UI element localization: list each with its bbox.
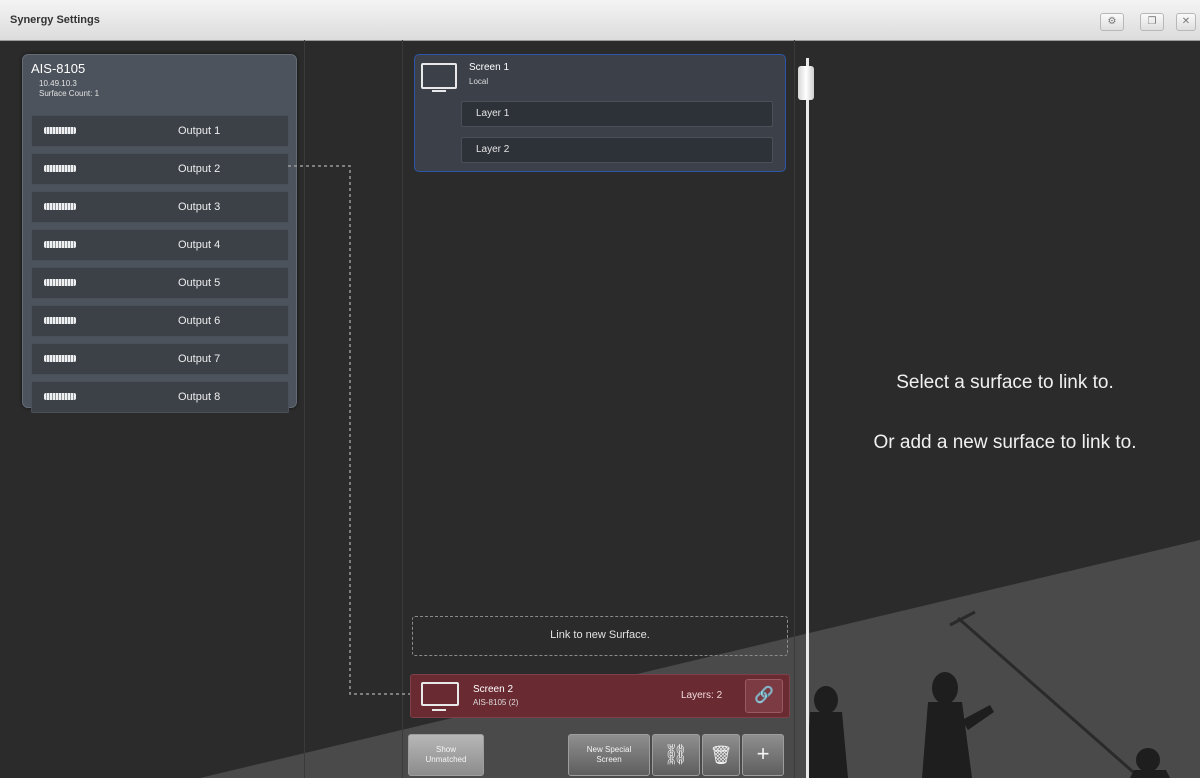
- column-divider: [402, 40, 403, 778]
- screens-toolbar: Show Unmatched New Special Screen ⛓ 🗑 +: [404, 734, 792, 778]
- column-divider: [794, 40, 795, 778]
- gear-icon[interactable]: ⚙: [1100, 13, 1124, 31]
- port-icon: [44, 317, 76, 324]
- new-special-screen-button[interactable]: New Special Screen: [568, 734, 650, 776]
- port-icon: [44, 393, 76, 400]
- monitor-icon: [421, 682, 459, 711]
- device-panel[interactable]: AIS-8105 10.49.10.3 Surface Count: 1 Out…: [22, 54, 297, 413]
- trash-icon[interactable]: 🗑: [702, 734, 740, 776]
- add-surface-message: Or add a new surface to link to.: [873, 432, 1137, 453]
- layer-label: Layer 1: [476, 108, 510, 119]
- port-icon: [44, 279, 76, 286]
- output-label: Output 4: [178, 239, 221, 251]
- surface-count: Surface Count: 1: [39, 89, 100, 98]
- output-item[interactable]: Output 3: [31, 191, 289, 223]
- show-unmatched-line1: Show: [435, 745, 456, 754]
- device-name: AIS-8105: [31, 61, 86, 76]
- output-item[interactable]: Output 1: [31, 115, 289, 147]
- port-icon: [44, 127, 76, 134]
- output-label: Output 8: [178, 391, 221, 403]
- screen-name: Screen 1: [469, 62, 510, 73]
- port-icon: [44, 165, 76, 172]
- port-icon: [44, 203, 76, 210]
- output-label: Output 6: [178, 315, 221, 327]
- select-surface-message: Select a surface to link to.: [896, 372, 1114, 393]
- screen-subtitle: Local: [469, 77, 489, 86]
- output-label: Output 1: [178, 125, 221, 137]
- monitor-icon: [421, 63, 457, 92]
- plus-icon[interactable]: +: [742, 734, 784, 776]
- port-icon: [44, 241, 76, 248]
- scrollbar-thumb[interactable]: [798, 66, 814, 100]
- device-ip: 10.49.10.3: [39, 79, 77, 88]
- screen-card-linked[interactable]: Screen 2 AIS-8105 (2) Layers: 2 🔗: [410, 674, 790, 718]
- show-unmatched-line2: Unmatched: [425, 755, 467, 764]
- screen-card-selected[interactable]: Screen 1 Local Layer 1 Layer 2: [414, 54, 786, 172]
- layer-item[interactable]: Layer 1: [461, 101, 773, 127]
- layer-label: Layer 2: [476, 144, 510, 155]
- screen-name: Screen 2: [473, 684, 514, 695]
- link-icon[interactable]: 🔗: [745, 679, 783, 713]
- unlink-icon[interactable]: ⛓: [652, 734, 700, 776]
- scrollbar-track[interactable]: [806, 58, 809, 778]
- output-item[interactable]: Output 2: [31, 153, 289, 185]
- layer-item[interactable]: Layer 2: [461, 137, 773, 163]
- output-label: Output 2: [178, 163, 221, 175]
- output-item[interactable]: Output 4: [31, 229, 289, 261]
- window-title: Synergy Settings: [10, 14, 100, 26]
- new-special-line1: New Special: [586, 745, 632, 754]
- screen-subtitle: AIS-8105 (2): [473, 698, 519, 707]
- output-item[interactable]: Output 7: [31, 343, 289, 375]
- column-divider: [304, 40, 305, 778]
- link-new-surface-button[interactable]: Link to new Surface.: [412, 616, 788, 656]
- link-new-surface-label: Link to new Surface.: [550, 629, 650, 641]
- port-icon: [44, 355, 76, 362]
- output-list: Output 1 Output 2 Output 3 Output 4 Outp…: [31, 115, 289, 419]
- output-label: Output 7: [178, 353, 221, 365]
- output-label: Output 5: [178, 277, 221, 289]
- show-unmatched-button[interactable]: Show Unmatched: [408, 734, 484, 776]
- output-label: Output 3: [178, 201, 221, 213]
- title-bar: Synergy Settings ⚙ ❐ ✕: [0, 0, 1200, 41]
- new-special-line2: Screen: [596, 755, 622, 764]
- output-item[interactable]: Output 6: [31, 305, 289, 337]
- close-icon[interactable]: ✕: [1176, 13, 1196, 31]
- output-item[interactable]: Output 8: [31, 381, 289, 413]
- restore-icon[interactable]: ❐: [1140, 13, 1164, 31]
- screens-panel: Screen 1 Local Layer 1 Layer 2 Link to n…: [404, 48, 792, 778]
- layers-count: Layers: 2: [681, 690, 723, 701]
- output-item[interactable]: Output 5: [31, 267, 289, 299]
